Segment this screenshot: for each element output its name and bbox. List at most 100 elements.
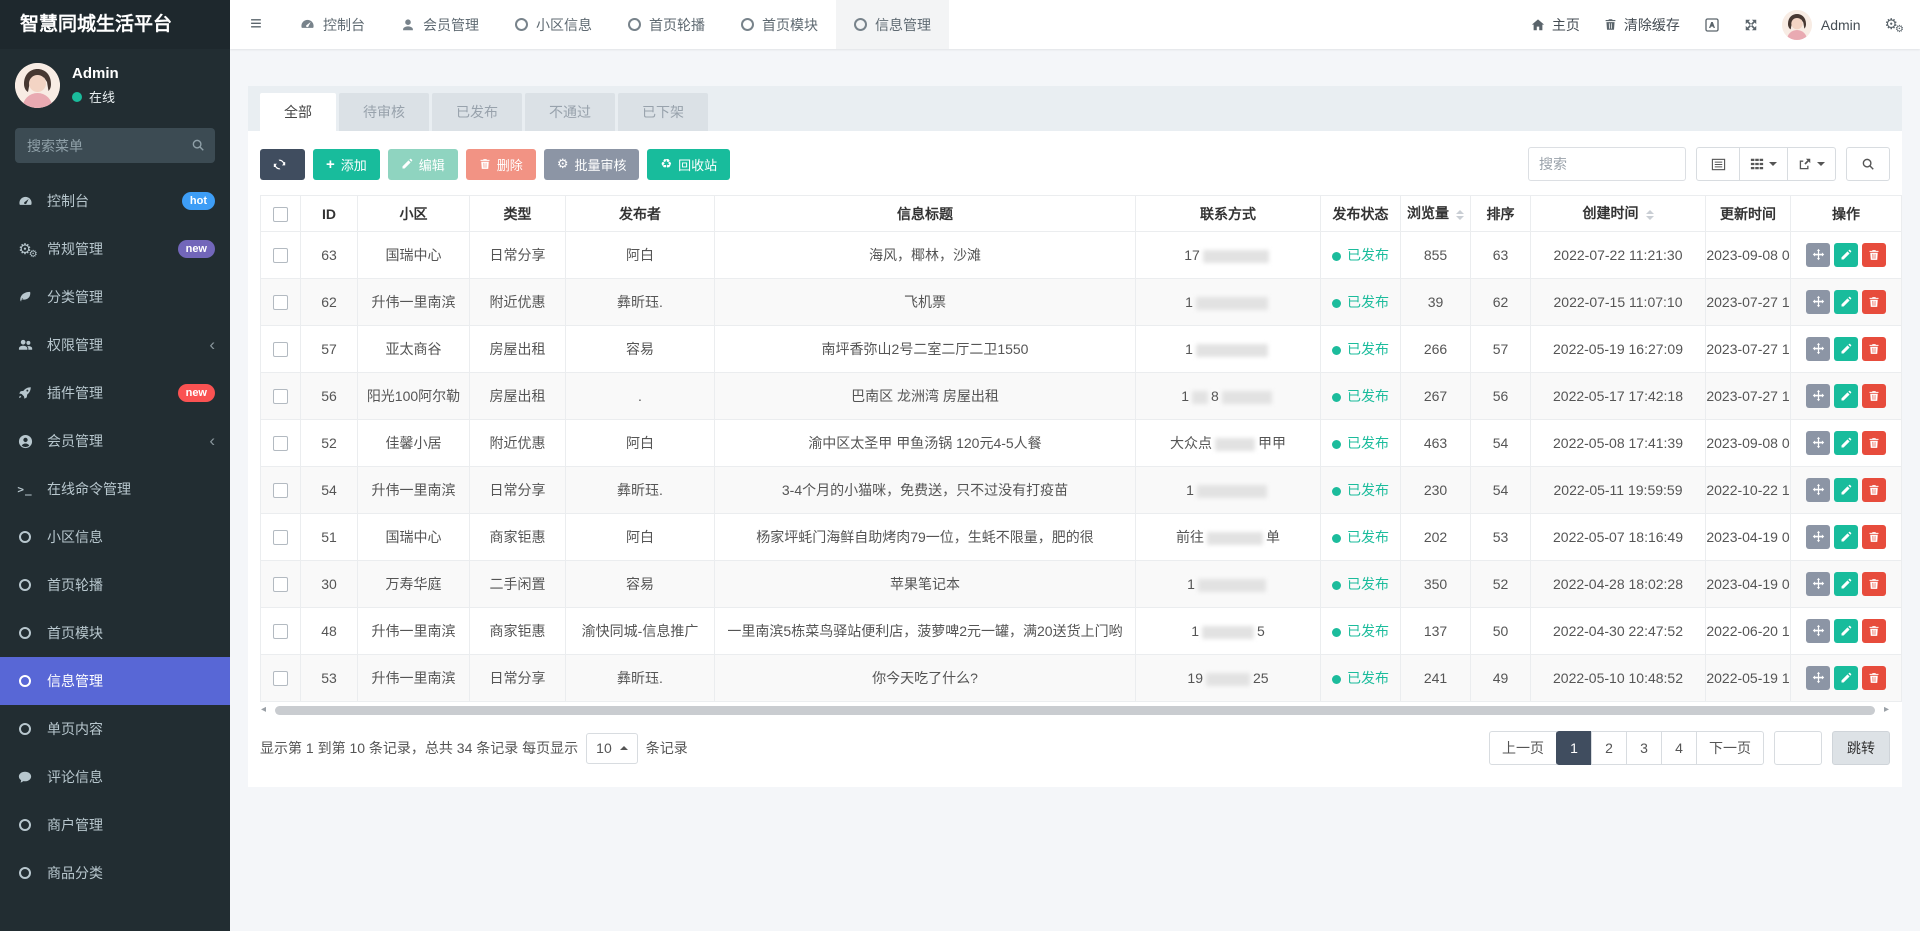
clear-cache-link[interactable]: 清除缓存 (1604, 15, 1680, 35)
fullscreen-icon[interactable] (1744, 18, 1758, 32)
column-header[interactable]: 小区 (358, 196, 470, 232)
next-page-button[interactable]: 下一页 (1696, 731, 1764, 765)
move-button[interactable] (1806, 290, 1830, 314)
row-delete-button[interactable] (1862, 290, 1886, 314)
select-all-checkbox[interactable] (273, 207, 288, 222)
column-header[interactable]: 联系方式 (1136, 196, 1321, 232)
row-checkbox[interactable] (273, 624, 288, 639)
row-checkbox[interactable] (273, 577, 288, 592)
row-edit-button[interactable] (1834, 619, 1858, 643)
detail-view-button[interactable] (1696, 147, 1740, 181)
sort-icon[interactable] (1456, 206, 1464, 224)
row-delete-button[interactable] (1862, 384, 1886, 408)
column-header[interactable]: 浏览量 (1401, 196, 1471, 232)
search-button[interactable] (1846, 147, 1890, 181)
row-edit-button[interactable] (1834, 290, 1858, 314)
column-header[interactable]: 排序 (1471, 196, 1531, 232)
home-link[interactable]: 主页 (1531, 15, 1580, 35)
row-delete-button[interactable] (1862, 619, 1886, 643)
row-delete-button[interactable] (1862, 478, 1886, 502)
scroll-left-icon[interactable]: ◂ (261, 704, 266, 715)
row-edit-button[interactable] (1834, 431, 1858, 455)
page-number-button[interactable]: 4 (1661, 731, 1697, 765)
column-header[interactable]: 操作 (1791, 196, 1902, 232)
table-search-input[interactable] (1528, 147, 1686, 181)
sidebar-item[interactable]: 单页内容 (0, 705, 230, 753)
row-checkbox[interactable] (273, 295, 288, 310)
sidebar-item[interactable]: 首页模块 (0, 609, 230, 657)
sort-icon[interactable] (1646, 206, 1654, 224)
sidebar-item[interactable]: >_ 在线命令管理 (0, 465, 230, 513)
top-nav-item[interactable]: 会员管理 (383, 0, 497, 49)
scrollbar-thumb[interactable] (275, 706, 1875, 715)
sidebar-item[interactable]: 首页轮播 (0, 561, 230, 609)
column-header[interactable]: 发布状态 (1321, 196, 1401, 232)
row-checkbox[interactable] (273, 483, 288, 498)
scroll-right-icon[interactable]: ▸ (1884, 704, 1889, 715)
prev-page-button[interactable]: 上一页 (1489, 731, 1557, 765)
row-edit-button[interactable] (1834, 337, 1858, 361)
column-header[interactable]: 创建时间 (1531, 196, 1706, 232)
status-tab[interactable]: 待审核 (339, 93, 429, 131)
top-nav-item[interactable]: 信息管理 (836, 0, 949, 49)
status-tab[interactable]: 不通过 (525, 93, 615, 131)
move-button[interactable] (1806, 619, 1830, 643)
sidebar-item[interactable]: 权限管理 ‹ (0, 321, 230, 369)
move-button[interactable] (1806, 525, 1830, 549)
sidebar-item[interactable]: ⚙⚙ 常规管理 new (0, 225, 230, 273)
move-button[interactable] (1806, 666, 1830, 690)
row-checkbox[interactable] (273, 530, 288, 545)
row-checkbox[interactable] (273, 436, 288, 451)
move-button[interactable] (1806, 243, 1830, 267)
column-header[interactable]: 信息标题 (715, 196, 1136, 232)
top-nav-item[interactable]: 控制台 (282, 0, 383, 49)
row-checkbox[interactable] (273, 389, 288, 404)
move-button[interactable] (1806, 572, 1830, 596)
row-checkbox[interactable] (273, 671, 288, 686)
top-nav-item[interactable]: 首页模块 (723, 0, 836, 49)
sidebar-item[interactable]: 商品分类 (0, 849, 230, 897)
page-number-button[interactable]: 1 (1556, 731, 1592, 765)
sidebar-item[interactable]: 小区信息 (0, 513, 230, 561)
sidebar-item[interactable]: 会员管理 ‹ (0, 417, 230, 465)
sidebar-item[interactable]: 信息管理 (0, 657, 230, 705)
move-button[interactable] (1806, 431, 1830, 455)
hamburger-menu-icon[interactable]: ≡ (230, 0, 282, 49)
row-edit-button[interactable] (1834, 572, 1858, 596)
row-edit-button[interactable] (1834, 243, 1858, 267)
columns-button[interactable] (1739, 147, 1788, 181)
sidebar-search-input[interactable] (15, 128, 215, 163)
row-edit-button[interactable] (1834, 384, 1858, 408)
row-edit-button[interactable] (1834, 525, 1858, 549)
column-header[interactable]: 更新时间 (1706, 196, 1791, 232)
move-button[interactable] (1806, 337, 1830, 361)
add-button[interactable]: + 添加 (313, 149, 380, 180)
row-edit-button[interactable] (1834, 666, 1858, 690)
settings-gear-icon[interactable]: ⚙⚙ (1885, 17, 1898, 32)
top-nav-item[interactable]: 首页轮播 (610, 0, 723, 49)
row-checkbox[interactable] (273, 248, 288, 263)
column-header[interactable]: 类型 (470, 196, 566, 232)
top-nav-item[interactable]: 小区信息 (497, 0, 610, 49)
refresh-button[interactable] (260, 149, 305, 180)
row-delete-button[interactable] (1862, 431, 1886, 455)
sidebar-item[interactable]: 评论信息 (0, 753, 230, 801)
row-delete-button[interactable] (1862, 666, 1886, 690)
move-button[interactable] (1806, 478, 1830, 502)
status-tab[interactable]: 已下架 (618, 93, 708, 131)
edit-button[interactable]: 编辑 (388, 149, 458, 180)
language-icon[interactable] (1704, 17, 1720, 33)
row-edit-button[interactable] (1834, 478, 1858, 502)
recycle-button[interactable]: ♻ 回收站 (647, 149, 730, 180)
delete-button[interactable]: 删除 (466, 149, 536, 180)
page-number-button[interactable]: 2 (1591, 731, 1627, 765)
export-button[interactable] (1787, 147, 1836, 181)
jump-page-input[interactable] (1774, 731, 1822, 765)
page-number-button[interactable]: 3 (1626, 731, 1662, 765)
jump-button[interactable]: 跳转 (1832, 731, 1890, 765)
sidebar-item[interactable]: 商户管理 (0, 801, 230, 849)
sidebar-item[interactable]: 分类管理 (0, 273, 230, 321)
sidebar-item[interactable]: 插件管理 new (0, 369, 230, 417)
row-delete-button[interactable] (1862, 572, 1886, 596)
row-delete-button[interactable] (1862, 243, 1886, 267)
